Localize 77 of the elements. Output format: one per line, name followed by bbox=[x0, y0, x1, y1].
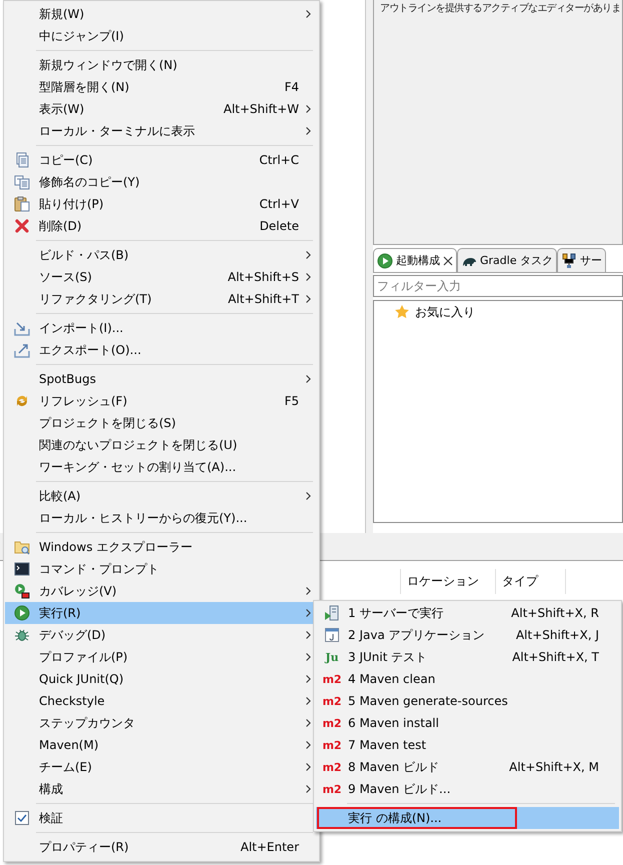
menu-item[interactable]: Quick JUnit(Q) bbox=[5, 668, 317, 690]
menu-item[interactable]: ステップカウンタ bbox=[5, 712, 317, 734]
maven-icon: m2 bbox=[322, 782, 342, 796]
menu-item[interactable]: リフレッシュ(F) F5 bbox=[5, 390, 317, 412]
menu-item[interactable]: 1 サーバーで実行 Alt+Shift+X, R bbox=[316, 602, 619, 624]
menu-item[interactable]: ワーキング・セットの割り当て(A)... bbox=[5, 456, 317, 478]
maven-icon: m2 bbox=[322, 738, 342, 752]
view-tab[interactable]: Gradle タスク bbox=[457, 248, 558, 272]
menu-item[interactable]: 表示(W) Alt+Shift+W bbox=[5, 98, 317, 120]
maven-icon: m2 bbox=[322, 760, 342, 774]
terminal-icon bbox=[14, 561, 30, 577]
menu-item[interactable]: 関連のないプロジェクトを閉じる(U) bbox=[5, 434, 317, 456]
menu-item[interactable]: 貼り付け(P) Ctrl+V bbox=[5, 193, 317, 215]
document-copy-icon bbox=[14, 174, 30, 190]
menu-item[interactable]: 型階層を開く(N) F4 bbox=[5, 76, 317, 98]
menu-item[interactable]: Checkstyle bbox=[5, 690, 317, 712]
bug-icon bbox=[14, 627, 30, 643]
run-icon bbox=[14, 605, 30, 621]
menu-item[interactable]: チーム(E) bbox=[5, 756, 317, 778]
junit-icon: Ju bbox=[325, 650, 339, 664]
maven-icon: m2 bbox=[322, 716, 342, 730]
column-header[interactable]: タイプ bbox=[495, 569, 565, 594]
maven-icon: m2 bbox=[322, 672, 342, 686]
column-header[interactable]: ロケーション bbox=[400, 569, 495, 594]
menu-item[interactable]: ソース(S) Alt+Shift+S bbox=[5, 266, 317, 288]
maven-icon: m2 bbox=[322, 694, 342, 708]
menu-item[interactable]: プロファイル(P) bbox=[5, 646, 317, 668]
menu-item[interactable]: m2 6 Maven install bbox=[316, 712, 619, 734]
menu-item[interactable]: ローカル・ヒストリーからの復元(Y)... bbox=[5, 507, 317, 529]
import-icon bbox=[14, 320, 30, 336]
star-icon bbox=[394, 304, 410, 320]
menu-item[interactable]: 構成 bbox=[5, 778, 317, 800]
copy-icon bbox=[14, 152, 30, 168]
menu-item[interactable]: ビルド・パス(B) bbox=[5, 244, 317, 266]
menu-item[interactable]: 新規ウィンドウで開く(N) bbox=[5, 54, 317, 76]
view-tab[interactable]: サー bbox=[557, 248, 606, 272]
menu-item[interactable]: m2 5 Maven generate-sources bbox=[316, 690, 619, 712]
menu-item[interactable]: m2 8 Maven ビルド Alt+Shift+X, M bbox=[316, 756, 619, 778]
menu-item[interactable]: m2 4 Maven clean bbox=[316, 668, 619, 690]
export-icon bbox=[14, 342, 30, 358]
menu-item[interactable]: 中にジャンプ(I) bbox=[5, 25, 317, 47]
coverage-icon bbox=[14, 583, 30, 599]
tree-item[interactable]: お気に入り bbox=[415, 304, 475, 320]
menu-item[interactable]: プロジェクトを閉じる(S) bbox=[5, 412, 317, 434]
view-tab[interactable]: 起動構成 bbox=[373, 248, 457, 272]
outline-message: アウトラインを提供するアクティブなエディターがありま bbox=[380, 2, 620, 15]
menu-item[interactable]: 2 Java アプリケーション Alt+Shift+X, J bbox=[316, 624, 619, 646]
menu-item[interactable]: 実行 の構成(N)... bbox=[316, 807, 619, 829]
menu-item[interactable]: カバレッジ(V) bbox=[5, 580, 317, 602]
menu-item[interactable]: 検証 bbox=[5, 807, 317, 829]
refresh-icon bbox=[14, 393, 30, 409]
folder-search-icon bbox=[14, 539, 30, 555]
menu-item[interactable]: インポート(I)... bbox=[5, 317, 317, 339]
clipboard-icon bbox=[14, 196, 30, 212]
menu-item[interactable]: SpotBugs bbox=[5, 368, 317, 390]
menu-item[interactable]: Ju 3 JUnit テスト Alt+Shift+X, T bbox=[316, 646, 619, 668]
splitter-bar[interactable] bbox=[366, 0, 373, 533]
server-run-icon bbox=[324, 605, 340, 621]
menu-item[interactable]: リファクタリング(T) Alt+Shift+T bbox=[5, 288, 317, 310]
menu-item[interactable]: エクスポート(O)... bbox=[5, 339, 317, 361]
menu-item[interactable]: プロパティー(R) Alt+Enter bbox=[5, 836, 317, 858]
menu-item[interactable]: m2 7 Maven test bbox=[316, 734, 619, 756]
filter-field[interactable]: フィルター入力 bbox=[373, 275, 623, 297]
menu-item[interactable]: m2 9 Maven ビルド... bbox=[316, 778, 619, 800]
menu-item[interactable]: ローカル・ターミナルに表示 bbox=[5, 120, 317, 142]
menu-item[interactable]: 新規(W) bbox=[5, 3, 317, 25]
menu-item[interactable]: コピー(C) Ctrl+C bbox=[5, 149, 317, 171]
menu-item[interactable]: 修飾名のコピー(Y) bbox=[5, 171, 317, 193]
servers-icon bbox=[561, 252, 578, 268]
menu-item[interactable]: コマンド・プロンプト bbox=[5, 558, 317, 580]
menu-item[interactable]: 比較(A) bbox=[5, 485, 317, 507]
menu-item[interactable]: デバッグ(D) bbox=[5, 624, 317, 646]
menu-item[interactable]: 削除(D) Delete bbox=[5, 215, 317, 237]
run-icon bbox=[377, 252, 393, 268]
menu-item[interactable]: Maven(M) bbox=[5, 734, 317, 756]
delete-icon bbox=[14, 218, 30, 234]
window-icon bbox=[324, 627, 340, 643]
